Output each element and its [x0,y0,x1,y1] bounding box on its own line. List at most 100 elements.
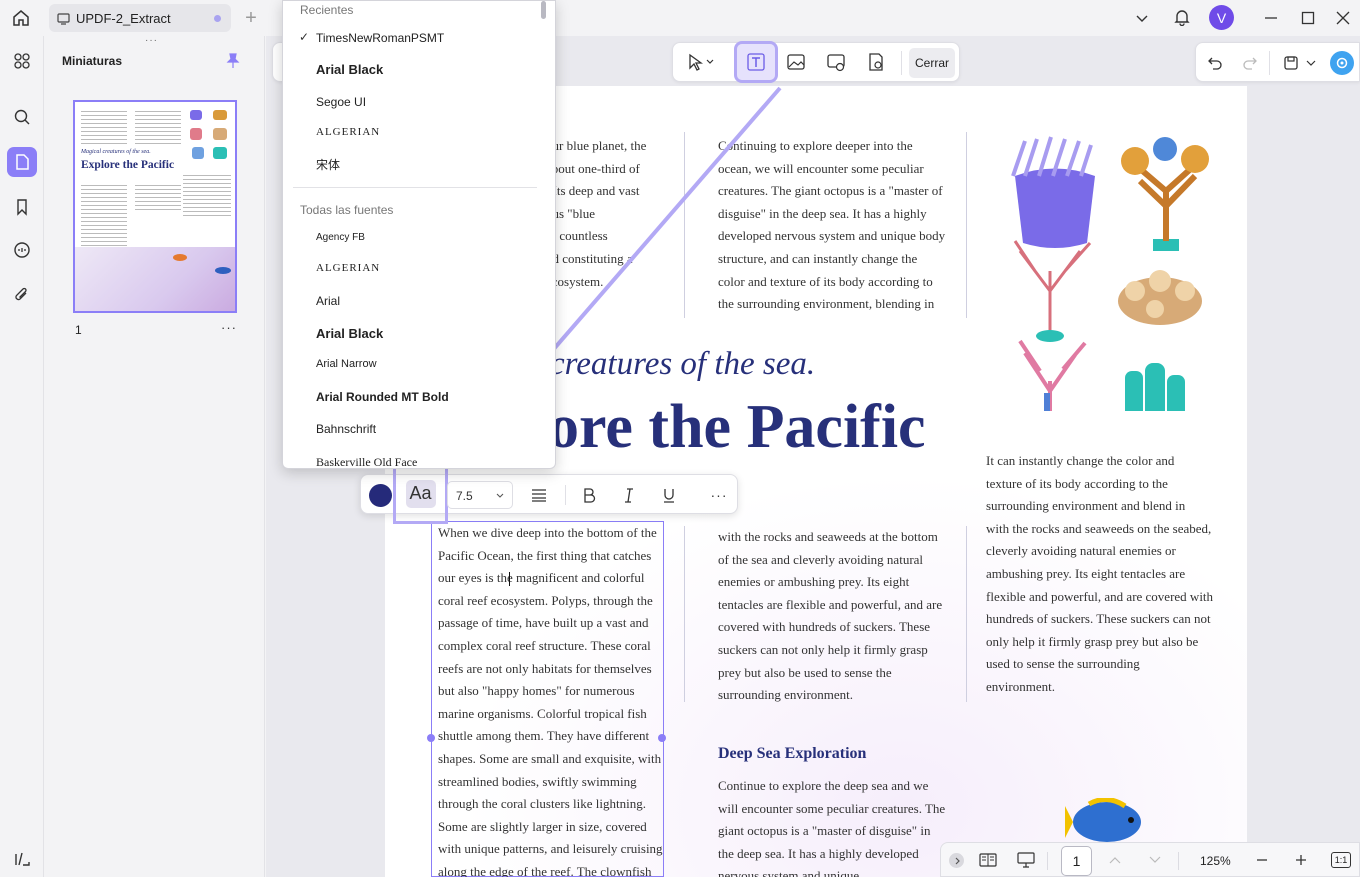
redo-icon[interactable] [1239,52,1261,74]
text-color-swatch[interactable] [369,484,392,507]
save-options-chevron-icon[interactable] [1304,55,1318,71]
text-line: prey but also be used to sense the [718,664,892,680]
document-tab[interactable]: UPDF-2_Extract [49,4,231,32]
font-option[interactable]: Arial Rounded MT Bold [316,390,449,404]
actual-size-button[interactable]: 1:1 [1331,852,1351,868]
page-number-input[interactable]: 1 [1061,846,1092,876]
minimize-icon[interactable] [1262,9,1280,27]
layers-icon[interactable] [7,844,37,874]
more-format-button[interactable]: ··· [707,483,731,507]
panel-drag-handle[interactable]: ··· [145,36,163,46]
font-option[interactable]: ALGERIAN [316,262,380,274]
text-line: through the coral clusters like lightnin… [438,796,646,812]
add-image-tool-button[interactable] [779,47,813,77]
font-option[interactable]: 宋体 [316,156,340,173]
italic-icon[interactable] [617,483,641,507]
add-text-tool-button[interactable] [734,41,778,83]
page-more-button[interactable]: ··· [221,320,237,335]
text-line: When we dive deep into the bottom of the [438,525,657,540]
new-tab-icon[interactable]: + [241,7,261,29]
bar-divider [1178,852,1179,870]
font-option[interactable]: TimesNewRomanPSMT [316,31,444,45]
close-window-icon[interactable] [1334,9,1352,27]
annotate-tool-button[interactable] [859,47,893,77]
link-tool-button[interactable] [819,47,853,77]
presentation-icon[interactable] [1015,850,1037,870]
deep-sea-heading: Deep Sea Exploration [718,745,867,762]
text-line: suckers can not only help it firmly gras… [718,641,928,657]
thumbnails-icon[interactable] [7,147,37,177]
comments-icon[interactable] [7,235,37,265]
home-icon[interactable] [9,6,33,30]
avatar[interactable]: V [1209,5,1234,30]
previous-page-icon[interactable] [1106,852,1124,868]
edit-toolbar: Cerrar [672,41,960,83]
font-option[interactable]: Baskerville Old Face [316,455,417,468]
font-option[interactable]: Arial [316,294,340,308]
zoom-out-icon[interactable] [1253,851,1271,869]
font-option[interactable]: Arial Black [316,326,383,341]
coral-orange [1121,137,1209,251]
format-divider [565,485,566,505]
editable-text[interactable]: When we dive deep into the bottom of the… [438,522,663,877]
pin-icon[interactable] [225,52,241,70]
close-edit-button[interactable]: Cerrar [909,48,955,78]
font-option[interactable]: ALGERIAN [316,126,380,138]
ai-assistant-icon[interactable] [1330,51,1354,75]
font-option[interactable]: Bahnschrift [316,422,376,436]
font-option[interactable]: Segoe UI [316,95,366,109]
selected-text-box[interactable]: When we dive deep into the bottom of the… [427,521,666,877]
text-line: Continue to explore the deep sea and we [718,778,929,793]
text-format-bar: Aa 7.5 ··· [360,463,738,524]
coral-tan [1118,270,1202,325]
text-line: reefs are not only habitats for themselv… [438,660,652,676]
search-icon[interactable] [7,102,37,132]
text-line: surrounding environment. [718,687,854,703]
font-option[interactable]: Arial Narrow [316,358,377,370]
font-option[interactable]: Agency FB [316,232,365,243]
page-layout-icon[interactable] [977,850,999,870]
zoom-in-icon[interactable] [1292,851,1310,869]
organize-pages-icon[interactable] [7,46,37,76]
page-number-label: 1 [75,323,82,337]
attachment-icon[interactable] [7,280,37,310]
thumb-coral [213,128,227,140]
all-fonts-header: Todas las fuentes [300,203,394,217]
thumb-subtitle: Magical creatures of the sea. [81,149,151,155]
undo-icon[interactable] [1204,52,1226,74]
font-family-button[interactable]: Aa [405,479,436,508]
save-icon[interactable] [1280,52,1302,74]
text-line: streamlined bodies, swiftly swimming [438,773,637,789]
maximize-icon[interactable] [1299,9,1317,27]
thumb-coral [192,147,204,159]
bookmark-icon[interactable] [7,192,37,222]
recent-fonts-header: Recientes [300,3,354,17]
bold-icon[interactable] [577,483,601,507]
text-line: hundreds of suckers. These suckers can n… [986,611,1211,627]
text-line: covered with hundreds of suckers. These [718,619,931,635]
dropdown-divider [293,187,537,188]
underline-icon[interactable] [657,483,681,507]
resize-handle-left[interactable] [427,734,435,742]
collapse-bar-icon[interactable] [949,853,964,868]
select-tool-button[interactable] [679,47,723,77]
text-line: Pacific Ocean, the first thing that catc… [438,547,652,563]
page-thumbnail[interactable]: Magical creatures of the sea. Explore th… [73,100,237,313]
thumb-text-block [183,172,231,217]
text-line: ambushing prey. Its eight tentacles are [986,565,1186,581]
text-line: with unique patterns, and leisurely crui… [438,841,663,857]
text-line: Some are slightly larger in size, covere… [438,818,647,834]
text-line: our eyes is the magnificent and colorful [438,570,645,586]
font-size-select[interactable]: 7.5 [447,481,513,509]
chevron-down-icon[interactable] [1133,9,1151,27]
coral-blue-pink [1018,339,1087,411]
bell-icon[interactable] [1172,7,1192,27]
dropdown-scrollbar[interactable] [541,1,546,19]
next-page-icon[interactable] [1146,852,1164,868]
font-option[interactable]: Arial Black [316,62,383,77]
text-line: enemies or ambushing prey. Its eight [718,574,910,590]
zoom-level[interactable]: 125% [1200,854,1231,868]
text-line: with the rocks and seaweeds on the seabe… [986,520,1212,536]
align-icon[interactable] [527,483,551,507]
toolbar-divider [1269,51,1270,75]
